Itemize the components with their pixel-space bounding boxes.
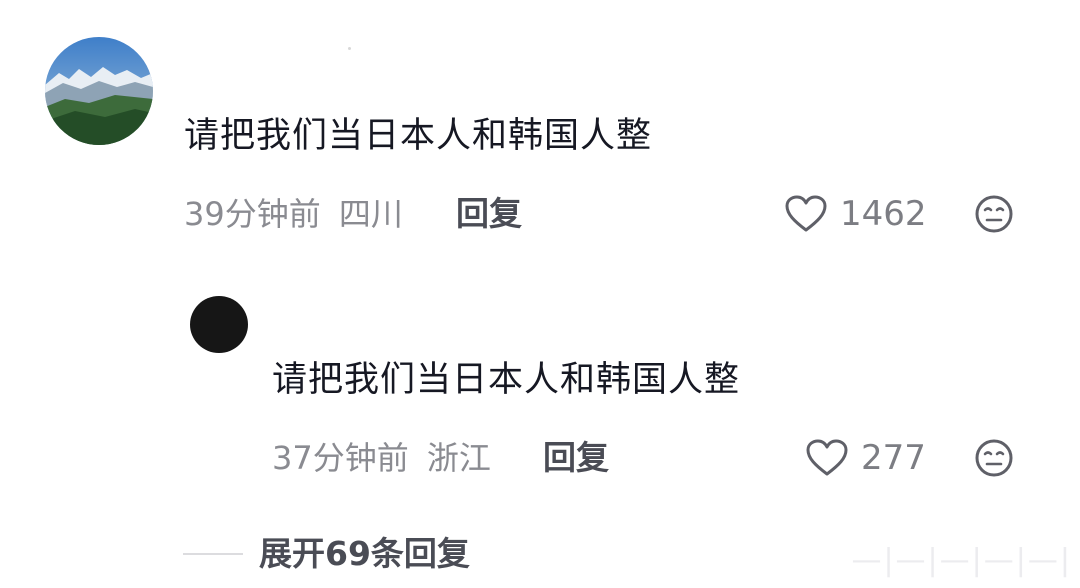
heart-icon (785, 195, 827, 232)
reply-avatar[interactable] (190, 296, 248, 353)
expand-replies-button[interactable]: 展开69条回复 (183, 532, 470, 576)
mountain-landscape-icon (45, 37, 153, 145)
watermark: —|—|—|—|—| (851, 543, 1072, 578)
reply-like-count: 277 (861, 438, 926, 478)
dislike-face-icon[interactable] (974, 194, 1014, 234)
avatar[interactable] (45, 37, 153, 145)
reply-button[interactable]: 回复 (456, 194, 522, 234)
dislike-face-icon[interactable] (974, 438, 1014, 478)
expand-replies-label: 展开69条回复 (259, 534, 470, 573)
heart-icon (806, 439, 848, 476)
comment-time: 39分钟前 (184, 195, 321, 233)
reply-meta: 37分钟前 浙江 (272, 438, 491, 478)
comment-thread: 请把我们当日本人和韩国人整 39分钟前 四川 回复 1462 请把我们当日本人和… (0, 0, 1080, 588)
comment-text: 请把我们当日本人和韩国人整 (184, 116, 653, 156)
reply-like-button[interactable]: 277 (805, 438, 926, 478)
comment-meta: 39分钟前 四川 (184, 194, 403, 234)
reply-time: 37分钟前 (272, 439, 409, 477)
expand-divider (183, 553, 243, 555)
reply-reply-button[interactable]: 回复 (543, 438, 609, 478)
like-count: 1462 (840, 194, 927, 234)
stray-dot (348, 47, 351, 50)
like-button[interactable]: 1462 (784, 194, 927, 234)
reply-text: 请把我们当日本人和韩国人整 (272, 360, 741, 400)
reply-location: 浙江 (426, 439, 491, 477)
comment-location: 四川 (338, 195, 403, 233)
